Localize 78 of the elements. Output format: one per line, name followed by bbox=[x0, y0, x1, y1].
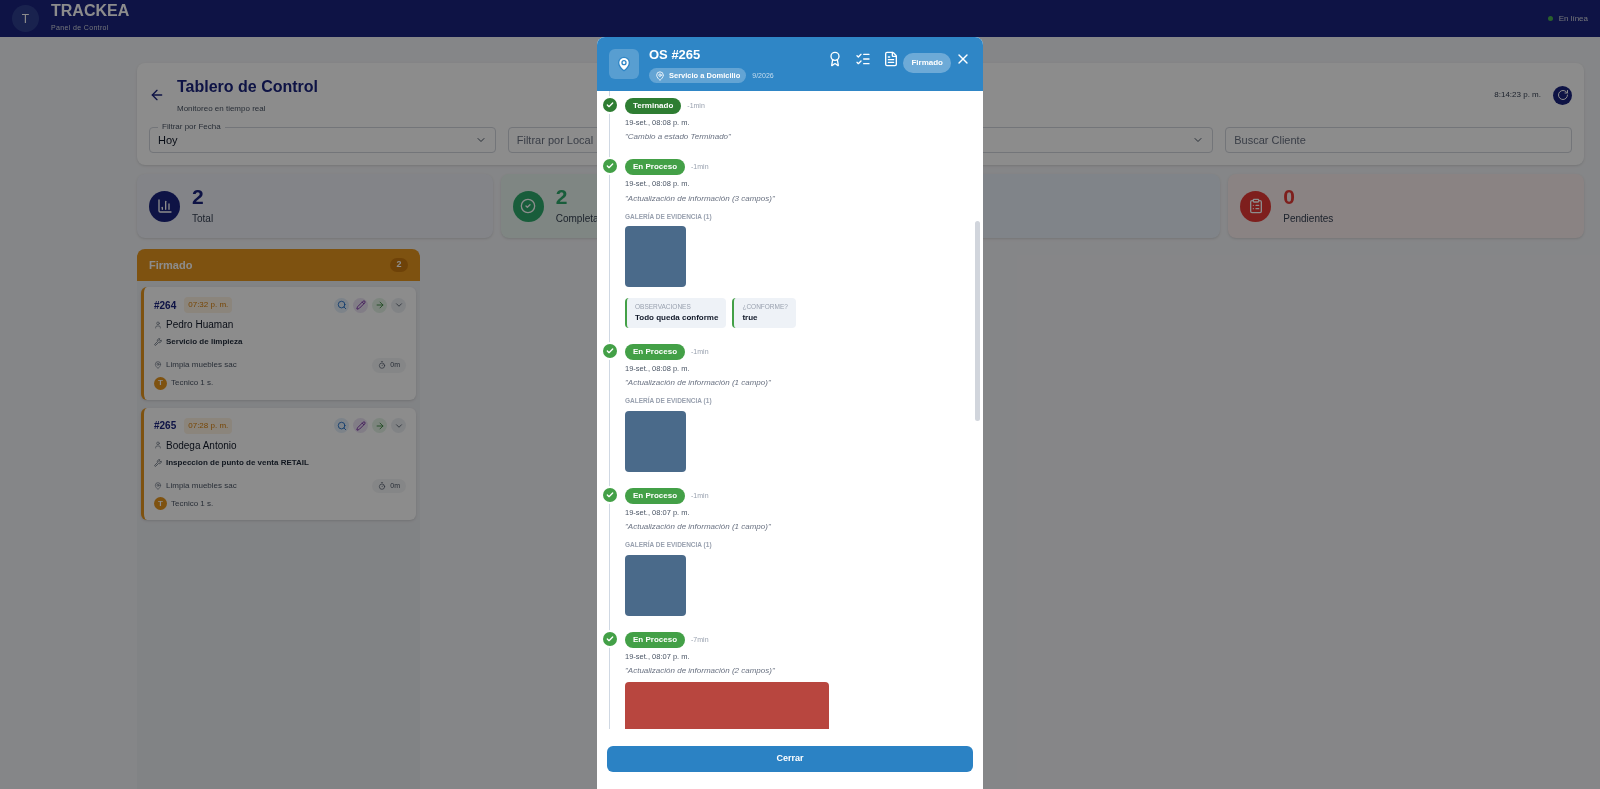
app-title: TRACKEA bbox=[51, 3, 130, 20]
client-name: Pedro Huaman bbox=[166, 318, 234, 332]
expand-button[interactable] bbox=[391, 418, 406, 433]
close-button[interactable]: Cerrar bbox=[607, 746, 973, 772]
location-pin-icon bbox=[609, 49, 639, 79]
search-icon bbox=[336, 300, 347, 310]
technician-avatar: T bbox=[154, 497, 167, 510]
event-note: "Actualización de información (1 campo)" bbox=[625, 521, 771, 534]
check-icon bbox=[512, 190, 544, 222]
clipboard-icon bbox=[1240, 190, 1272, 222]
wrench-icon bbox=[154, 338, 162, 346]
person-icon bbox=[154, 320, 162, 329]
pin-icon bbox=[154, 361, 162, 370]
status-badge: Firmado bbox=[903, 53, 951, 73]
location-text: Limpia muebles sac bbox=[166, 479, 237, 492]
expand-button[interactable] bbox=[391, 297, 406, 313]
refresh-button[interactable] bbox=[1553, 85, 1572, 105]
stat-label: Total bbox=[192, 212, 214, 226]
order-number: #265 bbox=[154, 419, 177, 433]
document-icon[interactable] bbox=[883, 51, 900, 67]
stat-value: 2 bbox=[555, 186, 569, 207]
edit-button[interactable] bbox=[353, 418, 368, 433]
search-button[interactable] bbox=[334, 418, 349, 433]
stat-label: Completa bbox=[555, 212, 599, 226]
count-badge: 2 bbox=[390, 258, 408, 272]
status-badge: En Proceso bbox=[625, 344, 685, 360]
modal-title: OS #265 bbox=[649, 45, 702, 64]
field-placeholder: Filtrar por Local bbox=[516, 132, 594, 148]
status-badge: En Proceso bbox=[625, 632, 685, 648]
service-name: Inspeccion de punto de venta RETAIL bbox=[166, 456, 309, 469]
chip-value: true bbox=[742, 312, 759, 324]
stat-value: 0 bbox=[1283, 186, 1296, 207]
time-badge: 07:32 p. m. bbox=[184, 297, 233, 313]
location-text: Limpia muebles sac bbox=[166, 359, 237, 372]
page-subtitle: Monitoreo en tiempo real bbox=[177, 103, 267, 115]
search-button[interactable] bbox=[334, 297, 349, 313]
page-title: Tablero de Control bbox=[177, 77, 319, 97]
advance-button[interactable] bbox=[372, 297, 387, 313]
chart-icon bbox=[149, 190, 180, 222]
status-badge: Terminado bbox=[625, 98, 682, 114]
edit-button[interactable] bbox=[353, 297, 368, 313]
service-name: Servicio de limpieza bbox=[166, 336, 243, 348]
event-note: "Actualización de información (1 campo)" bbox=[625, 377, 771, 390]
status-badge: En Proceso bbox=[625, 159, 685, 176]
technician-avatar: T bbox=[154, 376, 167, 390]
field-value: Hoy bbox=[158, 132, 178, 148]
event-note: "Actualización de información (2 campos)" bbox=[625, 665, 776, 678]
logo-avatar: T bbox=[12, 5, 39, 32]
clock-text: 8:14:23 p. m. bbox=[1494, 89, 1541, 101]
scrollbar[interactable] bbox=[975, 221, 980, 421]
client-name: Bodega Antonio bbox=[166, 438, 237, 453]
refresh-icon bbox=[1556, 89, 1569, 101]
technician-name: Tecnico 1 s. bbox=[171, 377, 214, 389]
search-icon bbox=[336, 420, 347, 431]
pencil-icon bbox=[355, 300, 366, 310]
advance-button[interactable] bbox=[372, 418, 387, 433]
time-badge: 07:28 p. m. bbox=[184, 417, 233, 434]
search-field[interactable]: Buscar Cliente bbox=[1225, 127, 1572, 153]
event-note: "Actualización de información (3 campos)" bbox=[625, 192, 776, 205]
connection-status: En línea bbox=[1558, 12, 1588, 25]
event-note: "Cambio a estado Terminado" bbox=[625, 131, 731, 144]
technician-name: Tecnico 1 s. bbox=[171, 497, 214, 510]
stat-value: 2 bbox=[192, 186, 205, 207]
pencil-icon bbox=[355, 420, 366, 431]
checklist-icon[interactable] bbox=[855, 51, 872, 67]
person-icon bbox=[154, 441, 162, 449]
arrow-right-icon bbox=[374, 300, 385, 310]
arrow-right-icon bbox=[374, 420, 385, 431]
chevron-down-icon bbox=[393, 300, 404, 310]
field-label: Filtrar por Fecha bbox=[158, 121, 225, 133]
pin-icon bbox=[154, 481, 162, 490]
wrench-icon bbox=[154, 458, 162, 467]
chip-value: Todo queda conforme bbox=[635, 312, 719, 324]
stat-label: Pendientes bbox=[1283, 212, 1334, 226]
status-badge: En Proceso bbox=[625, 488, 685, 504]
order-number: #264 bbox=[154, 298, 177, 313]
photo-placeholder[interactable] bbox=[625, 226, 686, 288]
column-title: Firmado bbox=[149, 257, 193, 273]
